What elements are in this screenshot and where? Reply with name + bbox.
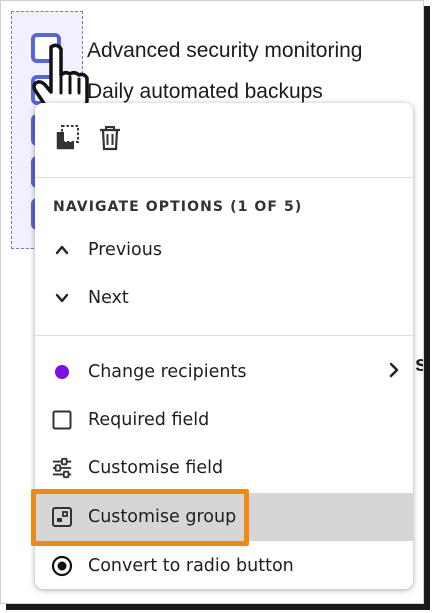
menu-divider (35, 335, 413, 336)
screenshot-frame: Advanced security monitoring Daily autom… (0, 0, 424, 604)
menu-item-next[interactable]: Next (35, 274, 413, 322)
menu-item-change-recipients[interactable]: Change recipients (35, 348, 413, 396)
menu-item-required-field[interactable]: Required field (35, 396, 413, 444)
menu-item-label: Previous (88, 240, 162, 260)
menu-item-label: Change recipients (88, 362, 247, 382)
copy-icon[interactable] (53, 123, 83, 153)
checkbox-icon (51, 409, 73, 431)
purple-dot-icon (51, 361, 73, 383)
menu-item-label: Convert to radio button (88, 556, 294, 576)
menu-item-previous[interactable]: Previous (35, 226, 413, 274)
trash-icon[interactable] (95, 123, 125, 153)
menu-item-label: Next (88, 288, 129, 308)
navigate-section-title: NAVIGATE OPTIONS (1 OF 5) (53, 199, 303, 215)
highlight-callout-box (31, 489, 249, 546)
menu-divider (35, 177, 413, 178)
menu-item-label: Required field (88, 410, 210, 430)
menu-item-customise-field[interactable]: Customise field (35, 444, 413, 492)
partial-text: s (415, 351, 423, 377)
menu-item-convert-radio[interactable]: Convert to radio button (35, 542, 413, 590)
radio-icon (51, 555, 73, 577)
checkbox-label: Daily automated backups (87, 80, 323, 103)
sliders-icon (51, 457, 73, 479)
chevron-down-icon (51, 287, 73, 309)
menu-toolbar (35, 103, 413, 177)
chevron-up-icon (51, 239, 73, 261)
checkbox-label: Advanced security monitoring (87, 39, 363, 62)
chevron-right-icon (387, 362, 401, 382)
menu-item-label: Customise field (88, 458, 224, 478)
